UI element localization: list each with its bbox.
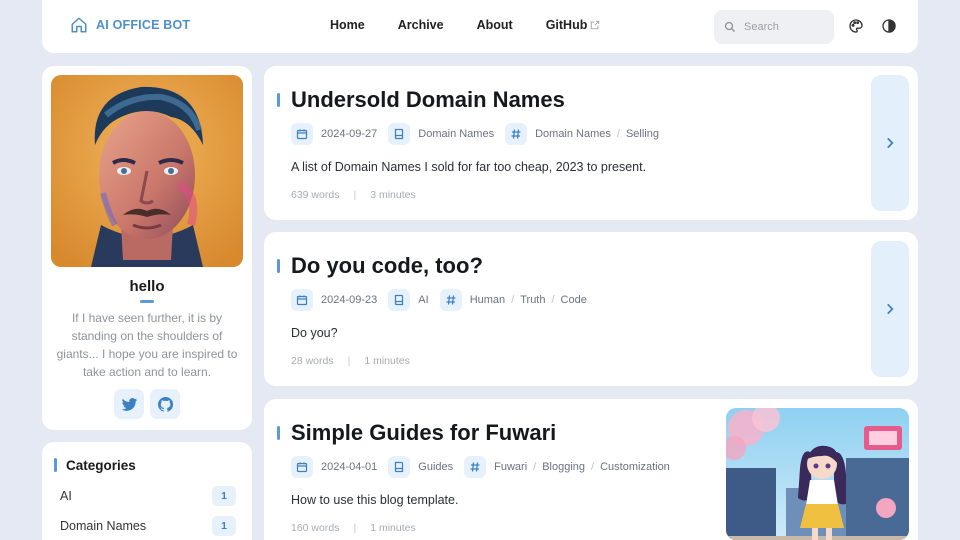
post-description: How to use this blog template.: [291, 493, 459, 507]
category-label: Domain Names: [60, 519, 147, 533]
post-tag[interactable]: Blogging: [542, 461, 585, 473]
post-description: A list of Domain Names I sold for far to…: [291, 160, 647, 174]
anime-girl-illustration: [726, 408, 909, 540]
post-date: 2024-04-01: [321, 461, 378, 473]
stats-separator: |: [347, 355, 351, 367]
calendar-icon: [291, 289, 313, 311]
category-count: 1: [212, 516, 236, 536]
name-underline: [140, 300, 154, 303]
post-title[interactable]: Undersold Domain Names: [291, 87, 565, 113]
brand-link[interactable]: AI OFFICE BOT: [70, 16, 190, 34]
avatar-image: [51, 75, 243, 267]
post-card: Simple Guides for Fuwari 2024-04-01 Guid…: [264, 399, 918, 540]
post-tag[interactable]: Code: [561, 294, 587, 306]
github-button[interactable]: [150, 389, 180, 419]
nav-archive[interactable]: Archive: [398, 18, 444, 32]
categories-card: Categories AI 1 Domain Names 1: [42, 442, 252, 540]
chevron-right-icon: [887, 304, 894, 314]
enter-post-button[interactable]: [871, 241, 909, 377]
post-meta: 2024-04-01 Guides Fuwari / Blogging / Cu…: [291, 456, 670, 478]
search-box[interactable]: [714, 10, 834, 44]
twitter-button[interactable]: [114, 389, 144, 419]
post-tag[interactable]: Fuwari: [494, 461, 527, 473]
post-tag[interactable]: Selling: [626, 128, 659, 140]
social-links: [114, 389, 180, 419]
post-title[interactable]: Do you code, too?: [291, 253, 483, 279]
search-input[interactable]: [744, 21, 824, 33]
contrast-icon: [882, 19, 896, 33]
calendar-icon: [291, 456, 313, 478]
category-label: AI: [60, 489, 72, 503]
read-time: 1 minutes: [370, 522, 416, 534]
book-icon: [388, 456, 411, 478]
home-icon: [71, 17, 87, 33]
nav-github[interactable]: GitHub: [546, 18, 601, 32]
post-card: Undersold Domain Names 2024-09-27 Domain…: [264, 66, 918, 220]
post-meta: 2024-09-23 AI Human / Truth / Code: [291, 289, 587, 311]
post-description: Do you?: [291, 326, 338, 340]
stats-separator: |: [353, 522, 357, 534]
nav-links: Home Archive About GitHub: [330, 18, 633, 32]
post-stats: 160 words | 1 minutes: [291, 522, 416, 534]
tag-separator: /: [511, 294, 515, 306]
hash-icon: [464, 456, 487, 478]
tag-separator: /: [551, 294, 555, 306]
chevron-right-icon: [887, 138, 894, 148]
post-date: 2024-09-27: [321, 128, 378, 140]
post-tag[interactable]: Truth: [520, 294, 545, 306]
post-accent-bar: [277, 259, 280, 273]
category-item-ai[interactable]: AI 1: [60, 485, 236, 507]
tag-separator: /: [533, 461, 537, 473]
post-category[interactable]: Domain Names: [418, 128, 494, 140]
read-time: 3 minutes: [370, 189, 416, 201]
post-title[interactable]: Simple Guides for Fuwari: [291, 420, 556, 446]
category-count: 1: [212, 486, 236, 506]
profile-name: hello: [129, 278, 165, 295]
search-icon: [724, 21, 735, 32]
external-link-icon: [591, 20, 600, 30]
brand-name: AI OFFICE BOT: [96, 18, 191, 32]
book-icon: [388, 123, 411, 145]
categories-title: Categories: [66, 458, 136, 473]
book-icon: [388, 289, 411, 311]
post-meta: 2024-09-27 Domain Names Domain Names / S…: [291, 123, 659, 145]
enter-post-button[interactable]: [871, 75, 909, 211]
nav-home[interactable]: Home: [330, 18, 365, 32]
post-stats: 639 words | 3 minutes: [291, 189, 416, 201]
dark-mode-button[interactable]: [881, 18, 897, 34]
profile-bio: If I have seen further, it is by standin…: [56, 311, 238, 379]
post-category[interactable]: Guides: [418, 461, 453, 473]
hash-icon: [439, 289, 462, 311]
post-accent-bar: [277, 93, 280, 107]
nav-github-label: GitHub: [545, 18, 588, 32]
stats-separator: |: [353, 189, 357, 201]
navbar: AI OFFICE BOT Home Archive About GitHub: [42, 0, 918, 53]
theme-color-button[interactable]: [848, 18, 864, 34]
nav-about[interactable]: About: [477, 18, 513, 32]
word-count: 639 words: [291, 189, 340, 201]
avatar[interactable]: [51, 75, 243, 267]
twitter-icon: [121, 397, 137, 411]
categories-accent-bar: [54, 458, 57, 472]
post-stats: 28 words | 1 minutes: [291, 355, 410, 367]
post-tag[interactable]: Domain Names: [535, 128, 611, 140]
hash-icon: [505, 123, 528, 145]
post-tag[interactable]: Customization: [600, 461, 670, 473]
post-cover-image[interactable]: [726, 408, 909, 540]
post-category[interactable]: AI: [418, 294, 428, 306]
tag-separator: /: [591, 461, 595, 473]
palette-icon: [849, 19, 863, 33]
post-tag[interactable]: Human: [470, 294, 505, 306]
word-count: 28 words: [291, 355, 334, 367]
category-item-domain-names[interactable]: Domain Names 1: [60, 515, 236, 537]
post-date: 2024-09-23: [321, 294, 378, 306]
github-icon: [157, 396, 173, 412]
profile-card: hello If I have seen further, it is by s…: [42, 66, 252, 430]
post-card: Do you code, too? 2024-09-23 AI Human / …: [264, 232, 918, 386]
calendar-icon: [291, 123, 313, 145]
post-accent-bar: [277, 426, 280, 440]
read-time: 1 minutes: [364, 355, 410, 367]
word-count: 160 words: [291, 522, 340, 534]
tag-separator: /: [616, 128, 620, 140]
